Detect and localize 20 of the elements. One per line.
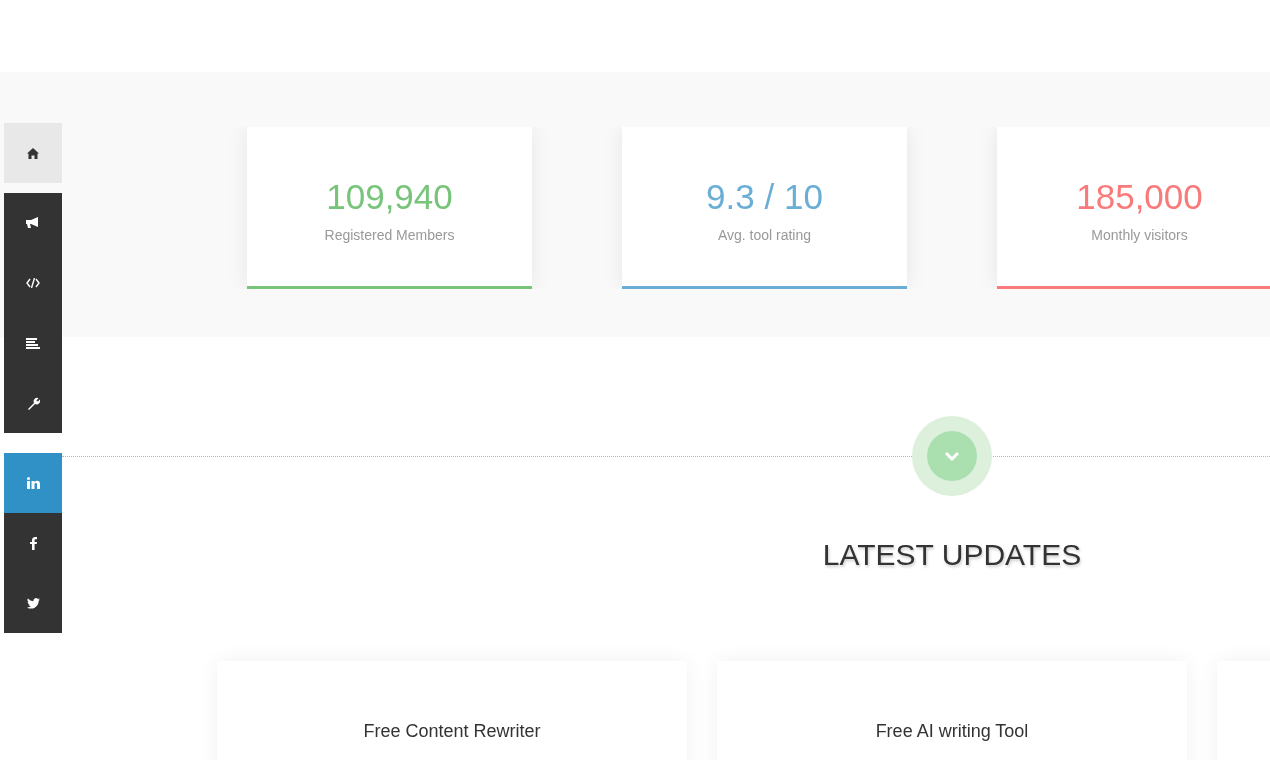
update-title[interactable]: Free AI writing Tool (875, 720, 1029, 742)
home-icon (27, 147, 39, 159)
twitter-icon (26, 597, 40, 609)
facebook-icon (29, 536, 37, 550)
stat-value: 185,000 (1076, 177, 1203, 217)
stat-label: Monthly visitors (1091, 226, 1188, 245)
stat-label: Avg. tool rating (717, 226, 812, 245)
stat-value: 9.3 / 10 (706, 177, 823, 217)
wrench-icon (26, 396, 40, 410)
align-left-icon (26, 337, 40, 349)
section-title: LATEST UPDATES (822, 537, 1082, 573)
megaphone-icon (26, 217, 40, 229)
update-title[interactable]: Free Content Rewriter (363, 720, 541, 742)
code-icon (26, 278, 40, 288)
chevron-down-icon (944, 451, 960, 461)
stat-value: 109,940 (326, 177, 453, 217)
linkedin-icon (26, 477, 40, 489)
social-link[interactable] (4, 573, 62, 633)
stat-label: Registered Members (324, 226, 455, 245)
sidebar-nav-item[interactable] (4, 193, 62, 253)
